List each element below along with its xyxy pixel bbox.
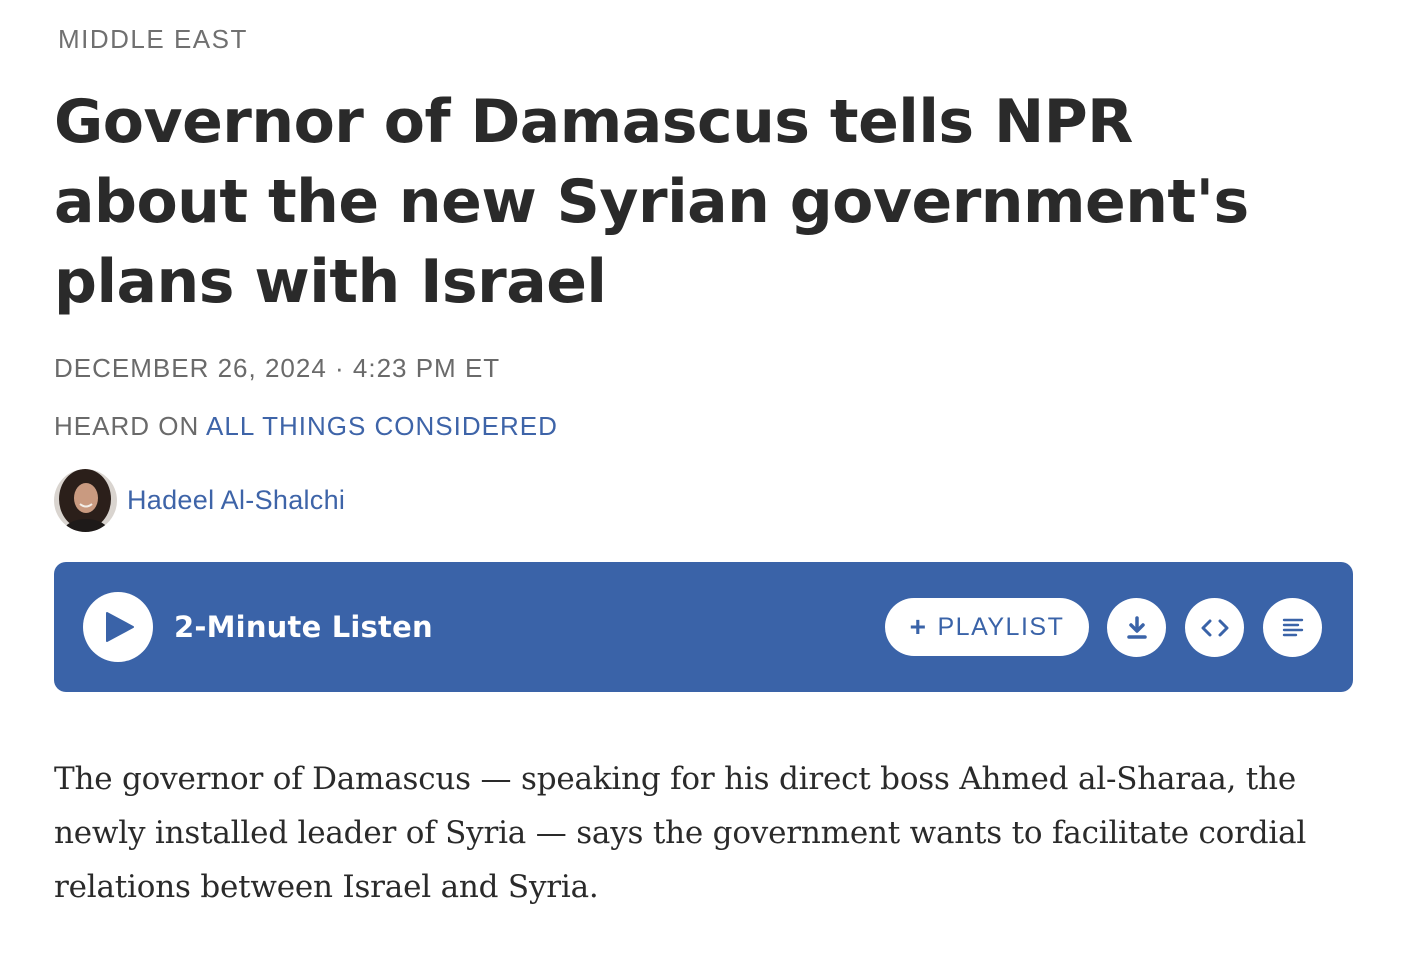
headline: Governor of Damascus tells NPR about the… — [54, 87, 1249, 317]
transcript-button[interactable] — [1263, 598, 1322, 657]
plus-icon: + — [909, 611, 928, 642]
byline: Hadeel Al-Shalchi — [54, 468, 345, 532]
embed-button[interactable] — [1185, 598, 1244, 657]
dateline: DECEMBER 26, 2024 · 4:23 PM ET — [54, 353, 501, 383]
author-avatar[interactable] — [54, 468, 117, 532]
download-button[interactable] — [1107, 598, 1166, 657]
playlist-label: PLAYLIST — [937, 612, 1065, 641]
heard-on-prefix: HEARD ON — [54, 411, 207, 441]
author-link[interactable]: Hadeel Al-Shalchi — [127, 485, 345, 516]
transcript-icon — [1282, 618, 1303, 636]
add-to-playlist-button[interactable]: + PLAYLIST — [885, 598, 1089, 656]
show-link[interactable]: ALL THINGS CONSIDERED — [206, 411, 558, 441]
article-lede: The governor of Damascus — speaking for … — [54, 761, 1307, 905]
embed-icon — [1201, 619, 1228, 636]
audio-player: 2-Minute Listen + PLAYLIST — [54, 562, 1353, 692]
section-link[interactable]: MIDDLE EAST — [58, 24, 248, 55]
listen-duration-label: 2-Minute Listen — [174, 610, 433, 644]
heard-on: HEARD ON ALL THINGS CONSIDERED — [54, 411, 558, 442]
download-icon — [1126, 615, 1147, 639]
play-button[interactable] — [83, 592, 153, 662]
play-icon — [106, 612, 134, 642]
